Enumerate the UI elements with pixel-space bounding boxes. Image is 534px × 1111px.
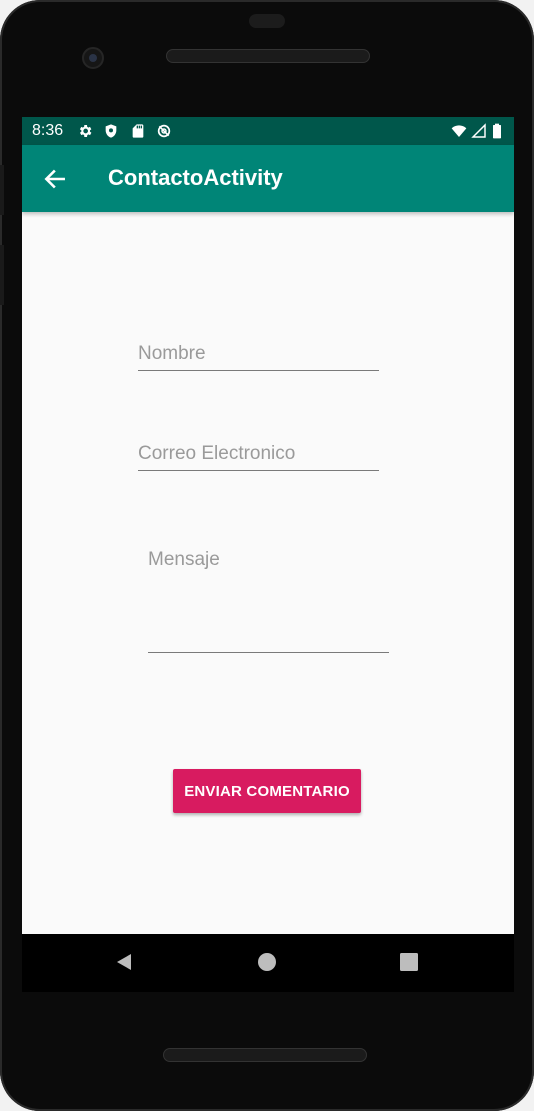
side-button — [0, 165, 4, 215]
nav-home-icon[interactable] — [257, 952, 277, 972]
phone-frame: 8:36 ContactoActivity Nombre Correo Elec… — [0, 0, 534, 1111]
message-field[interactable] — [148, 545, 389, 653]
send-comment-button[interactable]: ENVIAR COMENTARIO — [173, 769, 361, 813]
arrow-back-icon[interactable] — [42, 166, 68, 192]
battery-icon — [493, 123, 501, 139]
email-field[interactable] — [138, 439, 379, 471]
name-field[interactable] — [138, 339, 379, 371]
top-earpiece — [249, 14, 285, 28]
status-time: 8:36 — [32, 122, 64, 139]
front-camera — [82, 47, 104, 69]
page-title: ContactoActivity — [108, 165, 283, 190]
app-bar: ContactoActivity — [22, 145, 514, 212]
navigation-bar — [22, 934, 514, 992]
screen: 8:36 ContactoActivity Nombre Correo Elec… — [22, 117, 514, 934]
top-speaker — [166, 49, 370, 63]
bottom-speaker — [163, 1048, 367, 1062]
status-bar: 8:36 — [22, 117, 514, 145]
sd-card-icon — [132, 124, 144, 138]
data-saver-icon — [157, 124, 171, 138]
nav-recents-icon[interactable] — [399, 952, 419, 972]
wifi-icon — [451, 125, 467, 137]
side-button — [0, 245, 4, 305]
nav-back-icon[interactable] — [114, 952, 134, 972]
signal-icon — [471, 123, 486, 138]
settings-icon — [79, 125, 92, 137]
shield-icon — [105, 124, 117, 138]
